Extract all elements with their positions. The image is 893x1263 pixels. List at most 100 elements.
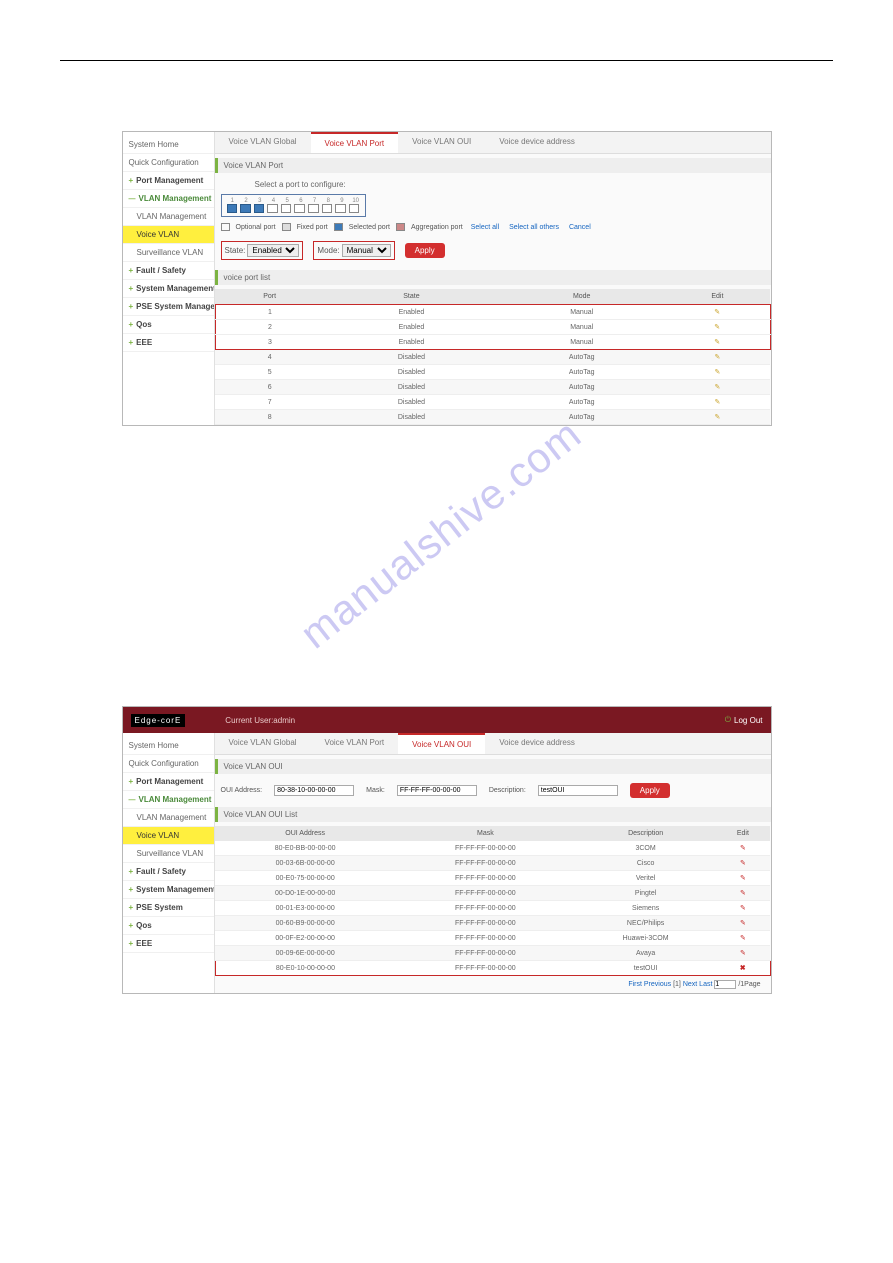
list-title: voice port list [215,270,771,285]
state-select[interactable]: Enabled [247,244,299,257]
edit-icon[interactable]: ✎ [740,950,746,957]
apply-button-2[interactable]: Apply [630,783,670,798]
page-next[interactable]: Next [683,981,697,988]
logout-label: Log Out [734,716,762,725]
apply-button[interactable]: Apply [405,243,445,258]
col-mode: Mode [499,289,665,305]
edit-icon[interactable]: ✎ [714,309,720,316]
table-row: 6DisabledAutoTag✎ [215,380,770,395]
port-2[interactable] [240,204,251,213]
desc-label: Description: [489,787,526,794]
sidebar-fault-safety[interactable]: Fault / Safety [123,262,214,280]
sidebar2-eee[interactable]: EEE [123,935,214,953]
tab2-global[interactable]: Voice VLAN Global [215,733,311,754]
table-row: 00-D0-1E-00-00-00FF-FF-FF-00-00-00Pingte… [215,886,770,901]
col-state: State [324,289,498,305]
edit-icon[interactable]: ✎ [714,339,720,346]
table-row: 00-60-B9-00-00-00FF-FF-FF-00-00-00NEC/Ph… [215,916,770,931]
page-input[interactable] [714,980,736,989]
power-icon: ⏻ [725,715,731,725]
sidebar2-quick-config[interactable]: Quick Configuration [123,755,214,773]
port-6[interactable] [294,204,305,213]
sidebar-voice-vlan[interactable]: Voice VLAN [123,226,214,244]
sidebar2-voice-vlan[interactable]: Voice VLAN [123,827,214,845]
sidebar-quick-config[interactable]: Quick Configuration [123,154,214,172]
brand-logo: Edge-corE [131,714,186,727]
sidebar-pse[interactable]: PSE System Management [123,298,214,316]
port-10[interactable] [349,204,360,213]
tab-global[interactable]: Voice VLAN Global [215,132,311,153]
sidebar2-qos[interactable]: Qos [123,917,214,935]
sidebar-surv-vlan[interactable]: Surveillance VLAN [123,244,214,262]
top-bar: Edge-corE Current User:admin ⏻ Log Out [123,707,771,733]
sidebar-port-mgmt[interactable]: Port Management [123,172,214,190]
edit-icon[interactable]: ✎ [740,890,746,897]
page-last[interactable]: Last [699,981,712,988]
edit-icon[interactable]: ✎ [740,875,746,882]
port-legend: Optional port Fixed port Selected port A… [215,219,771,235]
tab-device-addr[interactable]: Voice device address [485,132,589,153]
logout-link[interactable]: ⏻ Log Out [725,715,763,725]
mode-control: Mode: Manual [313,241,394,260]
current-user: Current User:admin [225,716,295,725]
sidebar2-pse[interactable]: PSE System [123,899,214,917]
port-1[interactable] [227,204,238,213]
col2-desc: Description [575,826,715,841]
edit-icon[interactable]: ✎ [740,845,746,852]
sidebar-sys-mgmt[interactable]: System Management [123,280,214,298]
voice-port-table: Port State Mode Edit 1EnabledManual✎2Ena… [215,289,771,425]
delete-icon[interactable]: ✖ [740,965,746,972]
sidebar-eee[interactable]: EEE [123,334,214,352]
tab2-port[interactable]: Voice VLAN Port [311,733,399,754]
oui-addr-input[interactable] [274,785,354,796]
top-rule [60,60,833,61]
tab-port[interactable]: Voice VLAN Port [311,132,399,153]
sidebar2-vlan-sub[interactable]: VLAN Management [123,809,214,827]
edit-icon[interactable]: ✎ [714,414,720,421]
select-all-link[interactable]: Select all [471,224,499,231]
edit-icon[interactable]: ✎ [740,935,746,942]
cancel-link[interactable]: Cancel [569,224,591,231]
select-others-link[interactable]: Select all others [509,224,559,231]
port-4[interactable] [267,204,278,213]
sidebar2-system-home[interactable]: System Home [123,737,214,755]
tab2-oui[interactable]: Voice VLAN OUI [398,733,485,754]
sidebar2-sys[interactable]: System Management [123,881,214,899]
edit-icon[interactable]: ✎ [714,324,720,331]
page-prev[interactable]: Previous [644,981,671,988]
edit-icon[interactable]: ✎ [714,354,720,361]
sidebar-vlan-sub[interactable]: VLAN Management [123,208,214,226]
port-3[interactable] [254,204,265,213]
tab-oui[interactable]: Voice VLAN OUI [398,132,485,153]
edit-icon[interactable]: ✎ [714,369,720,376]
edit-icon[interactable]: ✎ [740,920,746,927]
edit-icon[interactable]: ✎ [740,905,746,912]
mask-input[interactable] [397,785,477,796]
sidebar2-fault[interactable]: Fault / Safety [123,863,214,881]
desc-input[interactable] [538,785,618,796]
sidebar2-port-mgmt[interactable]: Port Management [123,773,214,791]
page-first[interactable]: First [628,981,642,988]
edit-icon[interactable]: ✎ [714,399,720,406]
port-5[interactable] [281,204,292,213]
sidebar-qos[interactable]: Qos [123,316,214,334]
sidebar-system-home[interactable]: System Home [123,136,214,154]
page-current: [1] [673,981,681,988]
tab2-device[interactable]: Voice device address [485,733,589,754]
edit-icon[interactable]: ✎ [714,384,720,391]
section-title: Voice VLAN Port [215,158,771,173]
mode-select[interactable]: Manual [342,244,391,257]
port-7[interactable] [308,204,319,213]
port-9[interactable] [335,204,346,213]
port-8[interactable] [322,204,333,213]
table-row: 2EnabledManual✎ [215,320,770,335]
legend-agg-icon [396,223,405,231]
table-row: 80-E0-BB-00-00-00FF-FF-FF-00-00-003COM✎ [215,841,770,856]
table-row: 1EnabledManual✎ [215,305,770,320]
sidebar2-surv-vlan[interactable]: Surveillance VLAN [123,845,214,863]
port-selector[interactable]: 12345678910 [221,194,366,217]
legend-fixed: Fixed port [297,224,328,231]
sidebar2-vlan-mgmt[interactable]: VLAN Management [123,791,214,809]
edit-icon[interactable]: ✎ [740,860,746,867]
sidebar-vlan-mgmt[interactable]: VLAN Management [123,190,214,208]
